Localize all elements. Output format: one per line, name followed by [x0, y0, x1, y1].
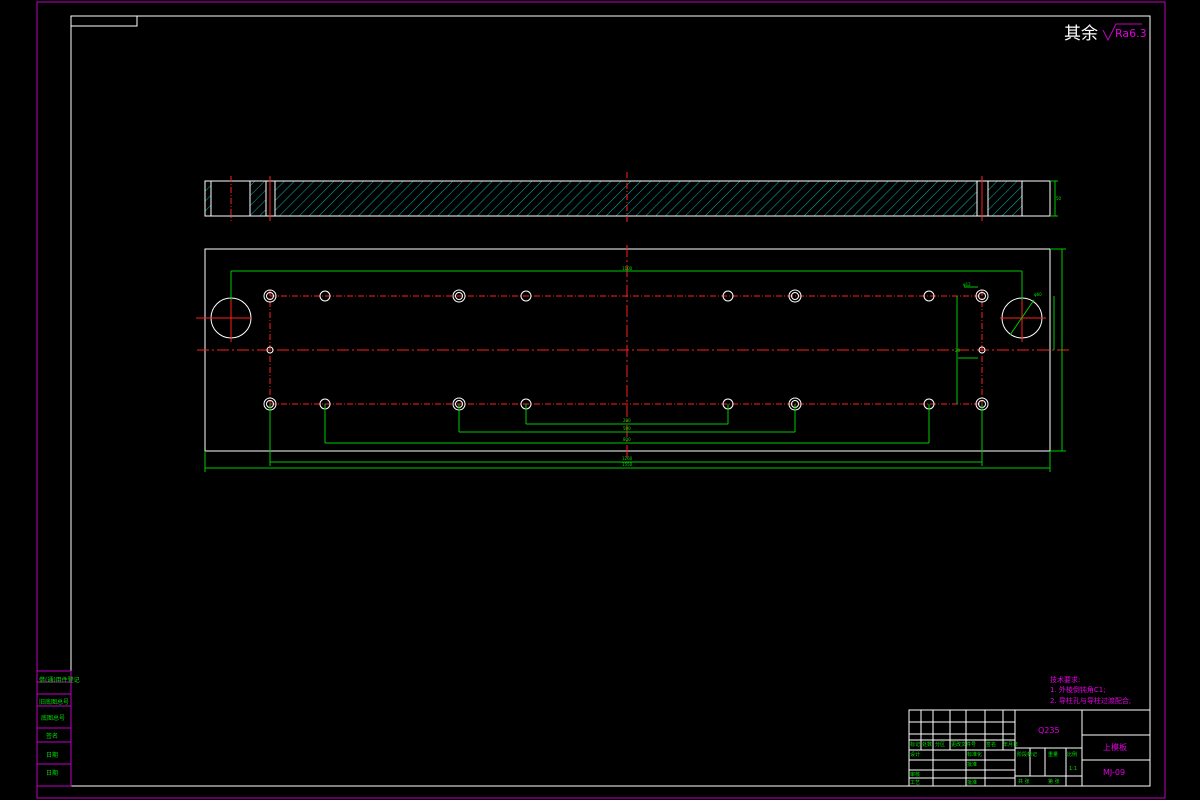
tech-title: 技术要求: — [1050, 675, 1080, 684]
dimensions: 1100 200 500 800 1260 1550 20 φ12 φ60 — [204, 248, 1066, 472]
roughness-value: Ra6.3 — [1115, 27, 1147, 40]
part-name: 上模板 — [1103, 742, 1127, 752]
dim-row-gap: 20 — [955, 348, 961, 353]
review-label: 审核 — [910, 771, 920, 778]
hdr-sign: 签名 — [986, 741, 996, 748]
dim-guide-hole: φ60 — [1034, 292, 1042, 297]
scale-label: 比例 — [1067, 751, 1077, 758]
tech-item-1: 1. 外棱倒钝角C1; — [1050, 685, 1106, 694]
scale-value: 1:1 — [1069, 766, 1077, 772]
design-label: 设计 — [910, 751, 920, 758]
tech-item-2: 2. 导柱孔与导柱过渡配合; — [1050, 696, 1131, 705]
drawing-number: MJ-09 — [1103, 768, 1125, 777]
hdr-count: 处数 — [922, 741, 932, 748]
sheet-no: 第 张 — [1048, 778, 1060, 785]
process-label: 工艺 — [910, 780, 920, 786]
approve-label: 批准 — [967, 779, 977, 786]
tech-requirements: 技术要求: 1. 外棱倒钝角C1; 2. 导柱孔与导柱过渡配合; — [1050, 675, 1131, 705]
roughness-label: 其余 — [1064, 24, 1098, 44]
material: Q235 — [1038, 726, 1060, 735]
corner-code-box — [70, 15, 138, 27]
hdr-file: 更改文件号 — [951, 741, 976, 748]
title-block: Q235 上模板 MJ-09 标记 处数 分区 更改文件号 签名 年月日 设计 … — [908, 709, 1151, 787]
dim-inner-span: 1100 — [622, 266, 633, 271]
dim-span-c: 800 — [623, 437, 631, 442]
roughness-symbol: 其余 Ra6.3 — [1064, 23, 1147, 44]
side-row-3: 签名 — [46, 732, 58, 740]
section-hatch-left — [205, 181, 211, 216]
hdr-date: 年月日 — [1003, 741, 1018, 748]
side-view: 50 — [204, 172, 1062, 224]
section-hatch-left2 — [250, 181, 266, 216]
hdr-zone: 分区 — [935, 741, 945, 748]
dim-overall-length: 1550 — [622, 462, 633, 467]
side-row-0: 借(通)用件登记 — [39, 676, 80, 684]
side-row-2: 底图总号 — [41, 714, 65, 722]
side-row-4: 日期 — [46, 751, 58, 759]
standard-label: 标准化 — [967, 751, 982, 758]
sheet-total: 共 张 — [1018, 778, 1030, 785]
drawing-frame — [70, 15, 1151, 787]
dim-small-hole: φ12 — [963, 282, 971, 287]
weight-label: 重量 — [1048, 751, 1058, 758]
thickness-dim: 50 — [1056, 196, 1062, 201]
section-hatch-main — [275, 181, 977, 216]
side-row-5: 日期 — [46, 769, 58, 777]
sheet-border — [36, 1, 1166, 799]
approve-label-top: 批准 — [967, 761, 977, 768]
section-hatch-right — [988, 181, 1022, 216]
dim-span-b: 200 — [623, 418, 631, 423]
plan-view: 1100 200 500 800 1260 1550 20 φ12 φ60 — [196, 245, 1070, 472]
side-row-1: 旧底图总号 — [39, 698, 69, 706]
side-registration-table: 借(通)用件登记 旧底图总号 底图总号 签名 日期 日期 — [36, 670, 80, 787]
dim-span-a: 500 — [623, 426, 631, 431]
stage-label: 阶段标记 — [1017, 751, 1037, 758]
dim-hole-span: 1260 — [622, 456, 633, 461]
drawing-canvas: 其余 Ra6.3 50 1100 200 500 800 1260 1550 2… — [36, 1, 1166, 799]
hdr-mark: 标记 — [910, 741, 920, 748]
